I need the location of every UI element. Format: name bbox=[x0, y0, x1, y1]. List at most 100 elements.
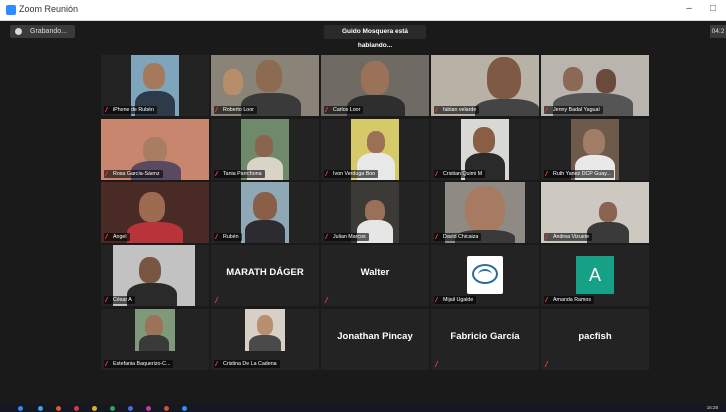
muted-mic-icon bbox=[214, 361, 223, 366]
maximize-button[interactable]: □ bbox=[704, 2, 722, 16]
video-feed bbox=[245, 309, 285, 351]
participant-tile[interactable]: iPhone de Rubén bbox=[101, 55, 209, 116]
muted-mic-icon bbox=[434, 107, 443, 112]
muted-mic-icon bbox=[214, 171, 223, 176]
muted-mic-icon bbox=[104, 297, 113, 302]
participant-name: Angel bbox=[104, 233, 130, 241]
meeting-timer: 04:2 bbox=[710, 25, 726, 38]
video-feed bbox=[135, 309, 175, 351]
participant-name: Amanda Ramos bbox=[544, 296, 594, 304]
os-taskbar: 16:28 bbox=[0, 404, 726, 412]
app-icon[interactable] bbox=[92, 406, 97, 411]
participant-name: Jenny Badal Yagual bbox=[544, 106, 603, 114]
participant-tile[interactable]: David Chicaiza bbox=[431, 182, 539, 243]
participant-tile[interactable]: Cristian Quimi M bbox=[431, 119, 539, 180]
muted-mic-icon bbox=[434, 171, 443, 176]
participant-display-name: Jonathan Pincay bbox=[337, 331, 413, 342]
muted-mic-icon bbox=[324, 107, 333, 112]
muted-mic-icon bbox=[324, 171, 333, 176]
app-icon[interactable] bbox=[146, 406, 151, 411]
app-icon[interactable] bbox=[74, 406, 79, 411]
participant-tile[interactable]: César A bbox=[101, 245, 209, 306]
participant-name: Mijail Ugalde bbox=[434, 296, 477, 304]
recording-label: Grabando... bbox=[30, 28, 67, 35]
participant-display-name: Walter bbox=[360, 267, 390, 278]
participant-name: David Chicaiza bbox=[434, 233, 482, 241]
minimize-button[interactable]: – bbox=[680, 2, 698, 16]
muted-mic-icon bbox=[544, 107, 553, 112]
participant-tile[interactable]: Fabricio García bbox=[431, 309, 539, 370]
muted-mic-icon bbox=[104, 361, 113, 366]
muted-mic-icon bbox=[544, 234, 553, 239]
gallery-view: Grabando... Guido Mosquera está hablando… bbox=[0, 21, 726, 404]
participant-name: Julian Marcos bbox=[324, 233, 369, 241]
muted-mic-icon bbox=[434, 297, 443, 302]
participant-name: Estefania Baquerizo-C... bbox=[104, 360, 174, 368]
participant-name: Roberto Loor bbox=[214, 106, 257, 114]
record-icon bbox=[15, 28, 22, 35]
app-icon[interactable] bbox=[110, 406, 115, 411]
participant-name: Cristina De La Cadena bbox=[214, 360, 280, 368]
participant-tile[interactable]: Julian Marcos bbox=[321, 182, 429, 243]
participant-name: Rosa García-Sáenz bbox=[104, 170, 163, 178]
participant-name: fabian velarde bbox=[434, 106, 480, 114]
muted-mic-icon bbox=[544, 297, 553, 302]
muted-mic-icon bbox=[104, 171, 113, 176]
zoom-logo-icon bbox=[6, 5, 16, 15]
participant-tile[interactable]: Ruth Yanez DCP Guay... bbox=[541, 119, 649, 180]
participant-name: Rubén bbox=[214, 233, 242, 241]
participant-name: César A bbox=[104, 296, 135, 304]
participant-display-name: Fabricio García bbox=[450, 331, 520, 342]
participant-tile[interactable]: Jenny Badal Yagual bbox=[541, 55, 649, 116]
muted-mic-icon bbox=[214, 297, 223, 303]
participant-tile[interactable]: Carlos Loor bbox=[321, 55, 429, 116]
participant-name: Cristian Quimi M bbox=[434, 170, 486, 178]
participant-tile[interactable]: Estefania Baquerizo-C... bbox=[101, 309, 209, 370]
participant-display-name: pacfish bbox=[578, 331, 612, 342]
active-speaker-banner: Guido Mosquera está hablando... bbox=[324, 25, 426, 49]
participant-tile[interactable]: Tania Parrchona bbox=[211, 119, 319, 180]
muted-mic-icon bbox=[214, 107, 223, 112]
participant-name: Tania Parrchona bbox=[214, 170, 265, 178]
participant-tile[interactable]: Roberto Loor bbox=[211, 55, 319, 116]
participant-tile[interactable]: Mijail Ugalde bbox=[431, 245, 539, 306]
ocean-logo-icon bbox=[467, 256, 503, 294]
zoom-taskbar-icon[interactable] bbox=[182, 406, 187, 411]
app-icon[interactable] bbox=[164, 406, 169, 411]
participant-tile[interactable]: Walter bbox=[321, 245, 429, 306]
app-icon[interactable] bbox=[128, 406, 133, 411]
muted-mic-icon bbox=[434, 361, 443, 367]
participant-tile[interactable]: Cristina De La Cadena bbox=[211, 309, 319, 370]
app-icon[interactable] bbox=[38, 406, 43, 411]
participant-tile[interactable]: Angel bbox=[101, 182, 209, 243]
participant-tile[interactable]: Ivon Verduga Boo bbox=[321, 119, 429, 180]
participant-tile[interactable]: Andrea Vizuete bbox=[541, 182, 649, 243]
system-clock: 16:28 bbox=[706, 405, 718, 410]
participant-name: Ivon Verduga Boo bbox=[324, 170, 379, 178]
app-icon[interactable] bbox=[56, 406, 61, 411]
avatar: A bbox=[576, 256, 614, 294]
participant-tile[interactable]: fabian velarde bbox=[431, 55, 539, 116]
muted-mic-icon bbox=[324, 297, 333, 303]
muted-mic-icon bbox=[434, 234, 443, 239]
window-title: Zoom Reunión bbox=[19, 4, 79, 14]
muted-mic-icon bbox=[104, 107, 113, 112]
participant-tile[interactable]: Rubén bbox=[211, 182, 319, 243]
muted-mic-icon bbox=[544, 171, 553, 176]
participant-tile[interactable]: pacfish bbox=[541, 309, 649, 370]
muted-mic-icon bbox=[544, 361, 553, 367]
participant-name: Ruth Yanez DCP Guay... bbox=[544, 170, 614, 178]
participant-name: iPhone de Rubén bbox=[104, 106, 157, 114]
participant-name: Andrea Vizuete bbox=[544, 233, 593, 241]
participant-tile[interactable]: Rosa García-Sáenz bbox=[101, 119, 209, 180]
muted-mic-icon bbox=[104, 234, 113, 239]
muted-mic-icon bbox=[214, 234, 223, 239]
participant-tile[interactable]: A Amanda Ramos bbox=[541, 245, 649, 306]
window-titlebar: Zoom Reunión – □ bbox=[0, 0, 726, 21]
windows-start-icon[interactable] bbox=[18, 406, 23, 411]
participant-tile[interactable]: MARATH DÁGER bbox=[211, 245, 319, 306]
video-feed bbox=[241, 182, 289, 243]
muted-mic-icon bbox=[324, 234, 333, 239]
participant-tile[interactable]: Jonathan Pincay bbox=[321, 309, 429, 370]
recording-indicator[interactable]: Grabando... bbox=[10, 25, 75, 38]
